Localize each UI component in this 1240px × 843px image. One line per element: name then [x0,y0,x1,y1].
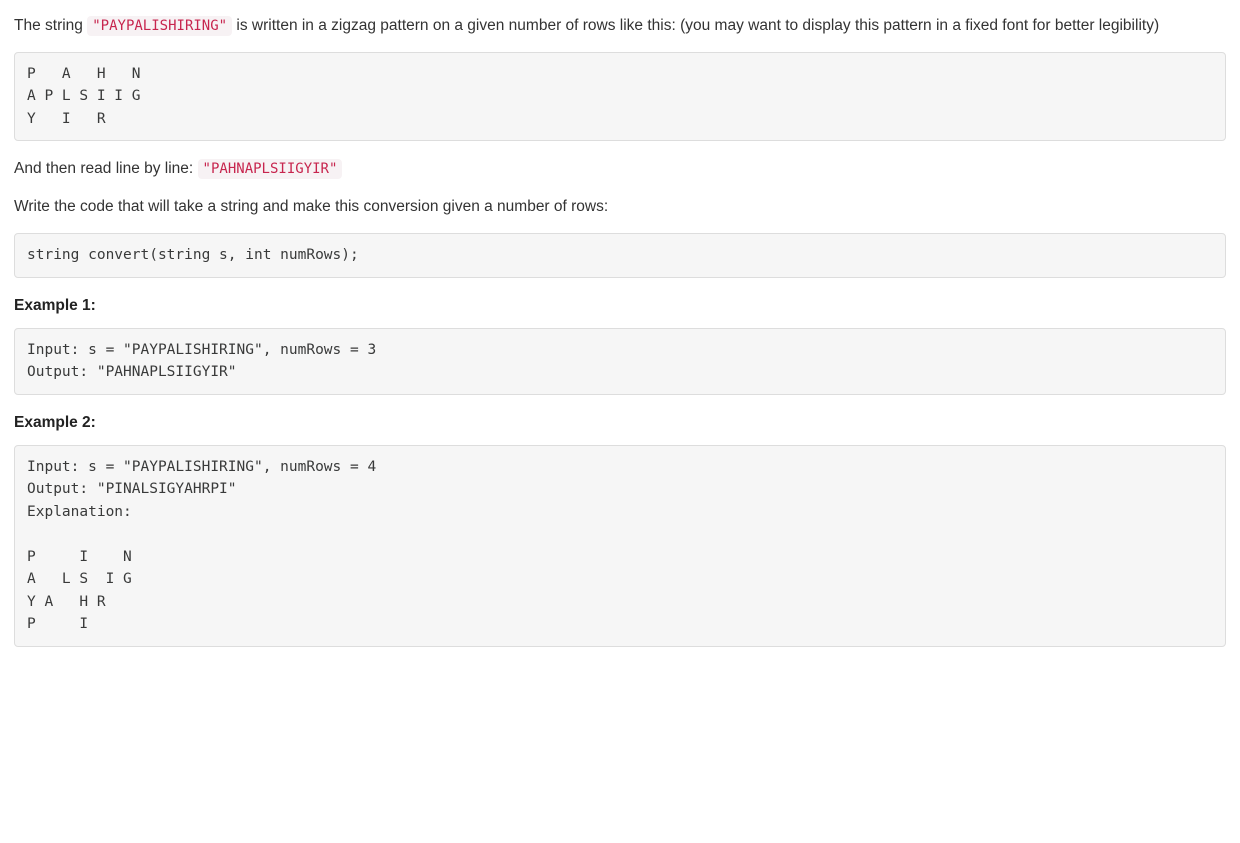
intro-inline-code: "PAYPALISHIRING" [87,16,232,36]
example-2-block: Input: s = "PAYPALISHIRING", numRows = 4… [14,445,1226,647]
example-1-block: Input: s = "PAYPALISHIRING", numRows = 3… [14,328,1226,395]
zigzag-pattern-block: P A H N A P L S I I G Y I R [14,52,1226,141]
intro-paragraph: The string "PAYPALISHIRING" is written i… [14,14,1226,38]
instruction-paragraph: Write the code that will take a string a… [14,195,1226,219]
example-2-title: Example 2: [14,411,1226,435]
example-1-title: Example 1: [14,294,1226,318]
intro-text-after: is written in a zigzag pattern on a give… [236,17,1159,34]
read-line-before: And then read line by line: [14,160,198,177]
read-line-paragraph: And then read line by line: "PAHNAPLSIIG… [14,157,1226,181]
intro-text-before: The string [14,17,87,34]
function-signature-block: string convert(string s, int numRows); [14,233,1226,277]
read-line-inline-code: "PAHNAPLSIIGYIR" [198,159,343,179]
